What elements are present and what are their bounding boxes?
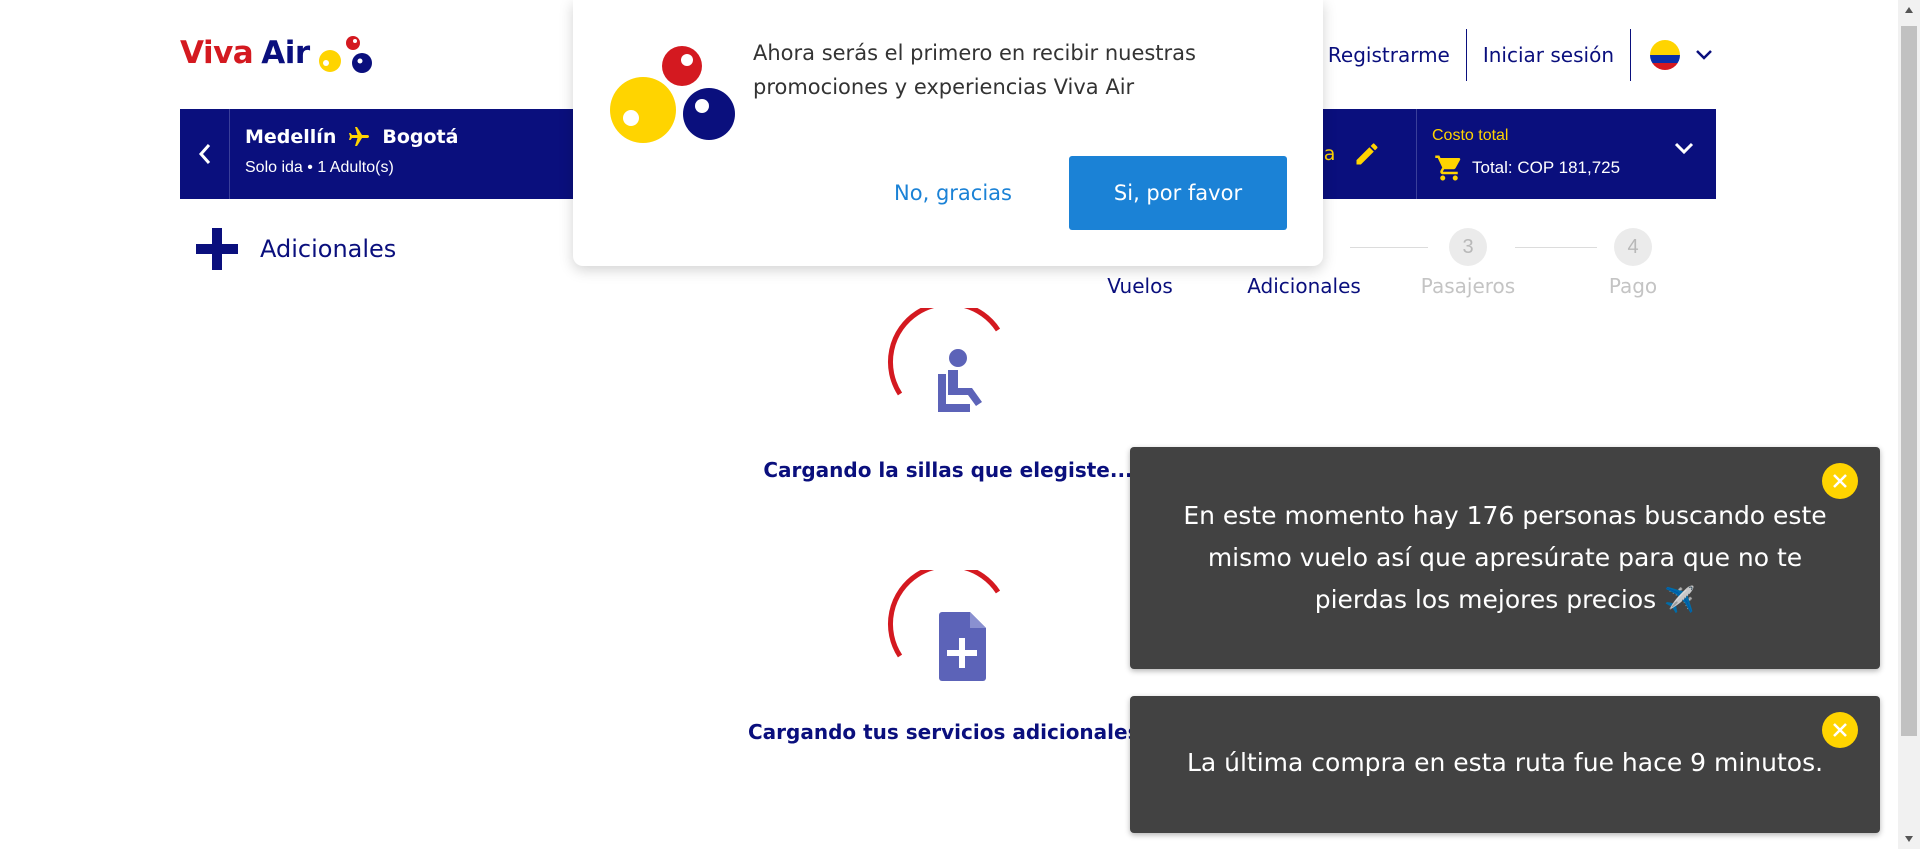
airplane-icon xyxy=(349,127,370,146)
step-number: 4 xyxy=(1614,228,1652,266)
accept-button[interactable]: Si, por favor xyxy=(1069,156,1287,230)
register-link[interactable]: Registrarme xyxy=(1312,29,1466,81)
loading-spinner xyxy=(888,308,1001,412)
page-title: Adicionales xyxy=(260,235,397,263)
loading-spinner xyxy=(888,570,1001,681)
notification-permission-popup: Ahora serás el primero en recibir nuestr… xyxy=(573,0,1323,266)
origin-city: Medellín xyxy=(245,126,337,148)
destination-city: Bogotá xyxy=(382,126,459,148)
step-label: Adicionales xyxy=(1247,274,1361,298)
back-button[interactable] xyxy=(180,109,230,199)
scroll-thumb[interactable] xyxy=(1901,26,1917,736)
logo-text-air: Air xyxy=(261,35,310,71)
expand-total-button[interactable] xyxy=(1674,141,1694,160)
plus-icon xyxy=(196,228,238,270)
close-toast-button[interactable] xyxy=(1822,463,1858,499)
add-document-icon xyxy=(939,612,986,681)
seats-loading-text: Cargando la sillas que elegiste... xyxy=(763,458,1133,482)
close-toast-button[interactable] xyxy=(1822,712,1858,748)
viva-air-logo[interactable]: Viva Air xyxy=(180,28,374,78)
popup-message: Ahora serás el primero en recibir nuestr… xyxy=(753,41,1196,99)
chevron-left-icon xyxy=(198,144,210,164)
logo-balls-icon xyxy=(318,36,372,73)
step-label: Pasajeros xyxy=(1420,274,1516,298)
seats-loader: Cargando la sillas que elegiste... xyxy=(748,308,1148,482)
chevron-down-icon xyxy=(1696,50,1712,60)
page-heading: Adicionales xyxy=(196,228,396,270)
pencil-icon xyxy=(1356,143,1378,165)
trip-details: Solo ida • 1 Adulto(s) xyxy=(245,159,394,176)
scroll-up-arrow[interactable] xyxy=(1898,0,1920,20)
header-nav: Registrarme Iniciar sesión xyxy=(1312,29,1713,81)
services-loader: Cargando tus servicios adicionales... xyxy=(748,570,1163,744)
step-pago: 4 Pago xyxy=(1553,228,1713,298)
login-link[interactable]: Iniciar sesión xyxy=(1467,29,1630,81)
total-cost-value: Total: COP 181,725 xyxy=(1472,158,1621,177)
toast-notification: La última compra en esta ruta fue hace 9… xyxy=(1130,696,1880,833)
language-selector[interactable] xyxy=(1631,39,1713,71)
step-label: Pago xyxy=(1608,274,1658,298)
caret-up-icon xyxy=(1905,7,1913,13)
scroll-down-arrow[interactable] xyxy=(1898,829,1920,849)
colombia-flag-icon xyxy=(1650,40,1680,70)
toast-message: La última compra en esta ruta fue hace 9… xyxy=(1186,748,1824,777)
logo-text-viva: Viva xyxy=(180,35,254,71)
cart-icon xyxy=(1435,155,1461,181)
viva-air-balls-icon xyxy=(610,46,735,143)
route-info: Medellín Bogotá Solo ida • 1 Adulto(s) xyxy=(245,125,458,177)
toast-message: En este momento hay 176 personas buscand… xyxy=(1183,501,1827,614)
close-icon xyxy=(1833,723,1847,737)
chevron-down-icon xyxy=(1674,142,1694,155)
services-loading-text: Cargando tus servicios adicionales... xyxy=(748,720,1163,744)
toast-notification: En este momento hay 176 personas buscand… xyxy=(1130,447,1880,669)
step-pasajeros: 3 Pasajeros xyxy=(1388,228,1548,298)
step-label: Vuelos xyxy=(1107,274,1173,298)
page-scrollbar[interactable] xyxy=(1898,0,1920,849)
total-cost-label: Costo total xyxy=(1432,127,1509,144)
decline-button[interactable]: No, gracias xyxy=(863,156,1043,230)
total-cost-box[interactable]: Costo total Total: COP 181,725 xyxy=(1416,109,1716,199)
step-number: 3 xyxy=(1449,228,1487,266)
close-icon xyxy=(1833,474,1847,488)
seat-icon xyxy=(938,349,982,412)
caret-down-icon xyxy=(1905,836,1913,842)
